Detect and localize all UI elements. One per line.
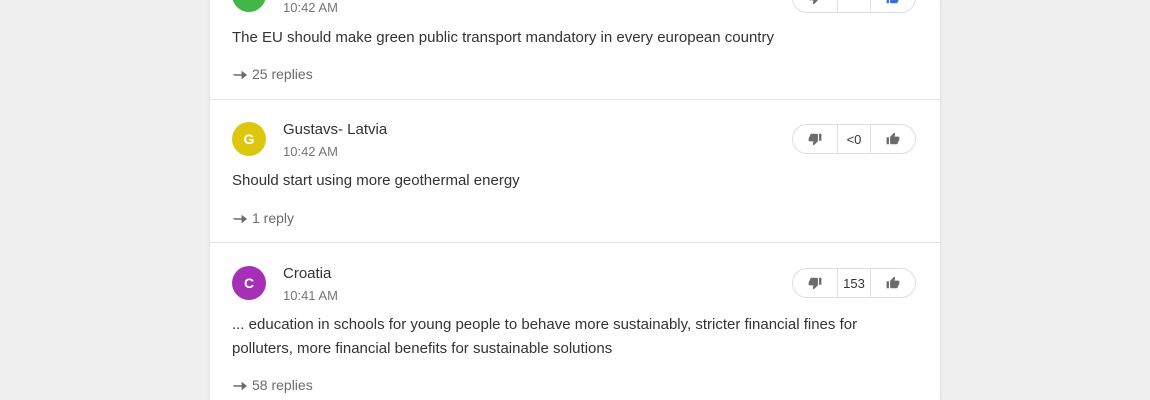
thumbs-down-icon (808, 133, 822, 146)
comment-time: 10:42 AM (283, 144, 338, 159)
avatar[interactable]: G (232, 122, 266, 156)
replies-count: 25 replies (252, 66, 313, 82)
vote-control: 153 (792, 268, 916, 298)
thumbs-up-icon (886, 276, 900, 289)
vote-score: <0 (837, 125, 871, 153)
thumbs-down-icon (808, 277, 822, 290)
replies-link[interactable]: 1 reply (232, 210, 294, 228)
replies-count: 58 replies (252, 377, 313, 393)
thumbs-up-button[interactable] (871, 125, 915, 153)
comment-item: C Croatia 10:41 AM 153 ... education in … (210, 243, 940, 400)
comment-text: The EU should make green public transpor… (232, 29, 774, 46)
comment-author[interactable]: Croatia (283, 265, 331, 282)
replies-link[interactable]: 58 replies (232, 377, 313, 395)
reply-arrow-icon (232, 379, 248, 395)
reply-arrow-icon (232, 212, 248, 228)
avatar[interactable] (232, 0, 266, 12)
thumbs-down-button[interactable] (793, 125, 837, 153)
thumbs-up-icon (886, 0, 899, 4)
comment-item: 10:42 AM The EU should make green public… (210, 0, 940, 99)
comment-item: G Gustavs- Latvia 10:42 AM <0 Should sta… (210, 100, 940, 242)
vote-score (837, 0, 871, 12)
vote-score: 153 (837, 269, 871, 297)
avatar[interactable]: C (232, 266, 266, 300)
comment-time: 10:42 AM (283, 0, 338, 15)
thumbs-down-button[interactable] (793, 269, 837, 297)
replies-link[interactable]: 25 replies (232, 66, 313, 84)
vote-control (792, 0, 916, 13)
replies-count: 1 reply (252, 210, 295, 226)
reply-arrow-icon (232, 68, 248, 84)
comment-time: 10:41 AM (283, 288, 338, 303)
comment-author[interactable]: Gustavs- Latvia (283, 121, 387, 138)
thumbs-up-icon (886, 132, 900, 145)
comment-feed: 10:42 AM The EU should make green public… (210, 0, 940, 400)
comment-text: ... education in schools for young peopl… (232, 316, 858, 357)
comment-text: Should start using more geothermal energ… (232, 172, 520, 189)
thumbs-down-button[interactable] (793, 0, 837, 12)
thumbs-up-button[interactable] (871, 269, 915, 297)
thumbs-down-icon (808, 0, 818, 5)
vote-control: <0 (792, 124, 916, 154)
thumbs-up-button[interactable] (871, 0, 915, 12)
